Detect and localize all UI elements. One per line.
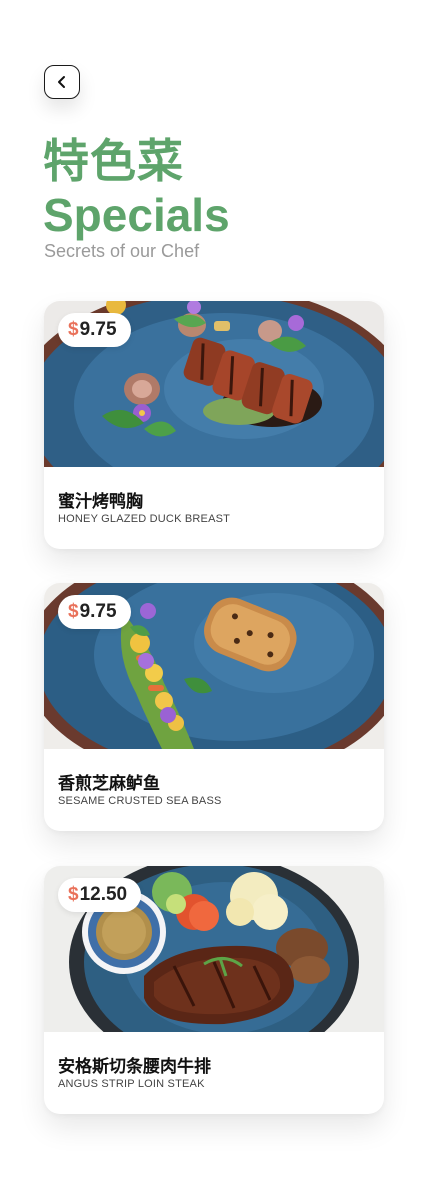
- dish-card-steak[interactable]: $ 12.50 安格斯切条腰肉牛排 ANGUS STRIP LOIN STEAK: [44, 866, 384, 1114]
- dish-card-sea-bass[interactable]: $ 9.75 香煎芝麻鲈鱼 SESAME CRUSTED SEA BASS: [44, 583, 384, 831]
- dish-name: HONEY GLAZED DUCK BREAST: [58, 513, 231, 525]
- price-currency: $: [68, 319, 79, 340]
- dish-name-chinese: 蜜汁烤鸭胸: [58, 492, 143, 512]
- price-currency: $: [68, 601, 79, 622]
- price-value: 12.50: [79, 884, 128, 905]
- page-title-chinese: 特色菜: [43, 134, 184, 188]
- page-title: Specials: [43, 189, 230, 241]
- dish-card-duck[interactable]: $ 9.75 蜜汁烤鸭胸 HONEY GLAZED DUCK BREAST: [44, 301, 384, 549]
- price-value: 9.75: [79, 319, 117, 340]
- price-badge: $ 9.75: [58, 313, 131, 347]
- back-button[interactable]: [44, 65, 80, 99]
- price-badge: $ 9.75: [58, 595, 131, 629]
- price-currency: $: [68, 884, 79, 905]
- price-value: 9.75: [79, 601, 117, 622]
- chevron-left-icon: [58, 76, 65, 88]
- dish-name-chinese: 香煎芝麻鲈鱼: [58, 774, 160, 794]
- dish-name: ANGUS STRIP LOIN STEAK: [58, 1078, 205, 1090]
- price-badge: $ 12.50: [58, 878, 142, 912]
- dish-name-chinese: 安格斯切条腰肉牛排: [58, 1057, 211, 1077]
- page-subtitle: Secrets of our Chef: [44, 241, 200, 261]
- dish-name: SESAME CRUSTED SEA BASS: [58, 795, 222, 807]
